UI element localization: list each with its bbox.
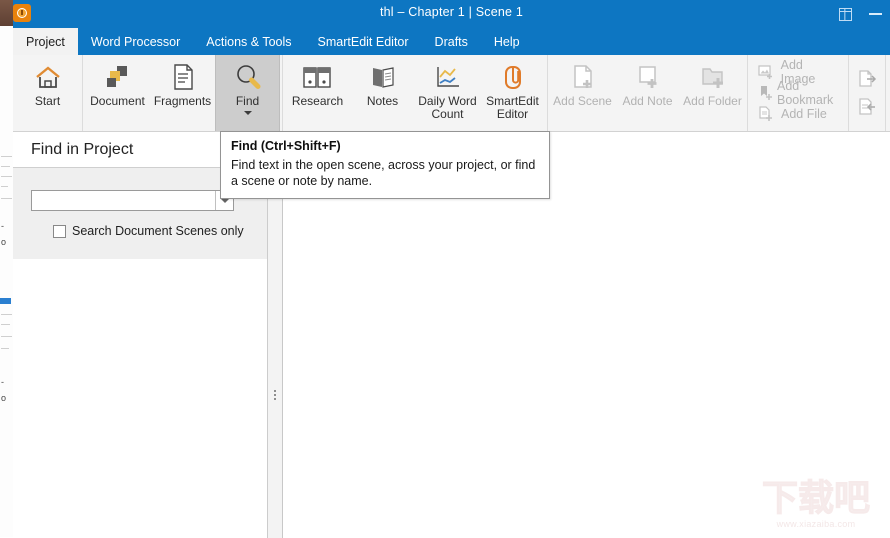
- document-button[interactable]: Document: [85, 55, 150, 131]
- splitter-grip[interactable]: [274, 390, 276, 400]
- tooltip-title: Find (Ctrl+Shift+F): [231, 139, 341, 153]
- ribbon-group-project-views: Document Fragments Find: [83, 55, 283, 131]
- ribbon-group-research-tools: Research Notes Daily Word Count SmartEdi…: [283, 55, 548, 131]
- search-input[interactable]: [32, 191, 215, 210]
- minimize-icon[interactable]: [860, 2, 890, 26]
- add-note-button[interactable]: Add Note: [615, 55, 680, 131]
- fragments-button-label: Fragments: [153, 94, 212, 108]
- add-scene-button[interactable]: Add Scene: [550, 55, 615, 131]
- research-button[interactable]: Research: [285, 55, 350, 131]
- home-icon: [33, 61, 63, 93]
- note-plus-icon: [633, 61, 663, 93]
- background-window-body: - o - o: [0, 26, 13, 537]
- start-button[interactable]: Start: [15, 55, 80, 131]
- search-combobox[interactable]: [31, 190, 234, 211]
- page-title: Find in Project: [31, 140, 134, 158]
- add-file-button-label: Add File: [781, 107, 827, 121]
- tooltip-body: Find text in the open scene, across your…: [231, 158, 536, 188]
- ribbon-toolbar: Start Document Fragments Find Research N…: [13, 55, 890, 132]
- open-book-icon: [368, 61, 398, 93]
- line-chart-icon: [433, 61, 463, 93]
- smartedit-editor-button-label: SmartEdit Editor: [486, 94, 539, 121]
- export-icon[interactable]: [857, 65, 877, 93]
- paperclip-icon: [498, 61, 528, 93]
- magnifier-icon: [233, 61, 263, 93]
- chevron-down-icon[interactable]: [243, 111, 252, 115]
- tab-drafts[interactable]: Drafts: [422, 28, 481, 55]
- application-window: thl – Chapter 1 | Scene 1 Project Word P…: [13, 0, 890, 538]
- tab-actions-tools[interactable]: Actions & Tools: [193, 28, 304, 55]
- ribbon-group-add-attachments: Add Image Add Bookmark Add File: [748, 55, 849, 131]
- add-file-button[interactable]: Add File: [758, 104, 840, 125]
- import-icon[interactable]: [857, 93, 877, 121]
- ribbon-group-navigation: Start: [13, 55, 83, 131]
- title-bar-buttons: [830, 0, 890, 28]
- add-bookmark-button[interactable]: Add Bookmark: [758, 79, 840, 107]
- search-document-scenes-only-row[interactable]: Search Document Scenes only: [53, 224, 244, 238]
- add-folder-button[interactable]: Add Folder: [680, 55, 745, 131]
- ribbon-group-transfer: [849, 55, 886, 131]
- tab-project[interactable]: Project: [13, 28, 78, 55]
- tab-word-processor[interactable]: Word Processor: [78, 28, 193, 55]
- research-button-label: Research: [291, 94, 344, 108]
- find-tooltip: Find (Ctrl+Shift+F) Find text in the ope…: [220, 131, 550, 199]
- image-plus-icon: [758, 64, 778, 80]
- window-title: thl – Chapter 1 | Scene 1: [379, 5, 524, 19]
- binders-icon: [301, 61, 335, 93]
- fragments-button[interactable]: Fragments: [150, 55, 215, 131]
- add-note-button-label: Add Note: [622, 94, 673, 108]
- add-folder-button-label: Add Folder: [683, 94, 742, 108]
- page-plus-icon: [568, 61, 598, 93]
- folder-plus-icon: [698, 61, 728, 93]
- add-scene-button-label: Add Scene: [553, 94, 612, 108]
- find-results-area: [13, 259, 266, 538]
- tab-help[interactable]: Help: [481, 28, 533, 55]
- bookmark-plus-icon: [758, 85, 774, 101]
- smartedit-editor-button[interactable]: SmartEdit Editor: [480, 55, 545, 131]
- document-button-label: Document: [90, 94, 145, 108]
- background-window-sliver: - o - o: [0, 0, 13, 537]
- tab-smartedit-editor[interactable]: SmartEdit Editor: [305, 28, 422, 55]
- document-blocks-icon: [103, 61, 133, 93]
- notes-button-label: Notes: [366, 94, 399, 108]
- find-button-label: Find: [235, 94, 260, 108]
- search-document-scenes-only-checkbox[interactable]: [53, 224, 66, 238]
- page-lines-icon: [168, 61, 198, 93]
- daily-word-count-button-label: Daily Word Count: [418, 94, 477, 121]
- panel-toggle-icon[interactable]: [830, 2, 860, 26]
- ribbon-group-add-items: Add Scene Add Note Add Folder: [548, 55, 748, 131]
- find-button[interactable]: Find: [215, 55, 280, 131]
- search-document-scenes-only-label: Search Document Scenes only: [72, 224, 244, 238]
- daily-word-count-button[interactable]: Daily Word Count: [415, 55, 480, 131]
- ribbon-filler: [886, 55, 890, 131]
- notes-button[interactable]: Notes: [350, 55, 415, 131]
- background-window-titlebar: [0, 0, 13, 26]
- file-plus-icon: [758, 106, 778, 122]
- ribbon-tab-strip: Project Word Processor Actions & Tools S…: [13, 28, 890, 55]
- start-button-label: Start: [34, 94, 61, 108]
- title-bar: thl – Chapter 1 | Scene 1: [13, 0, 890, 28]
